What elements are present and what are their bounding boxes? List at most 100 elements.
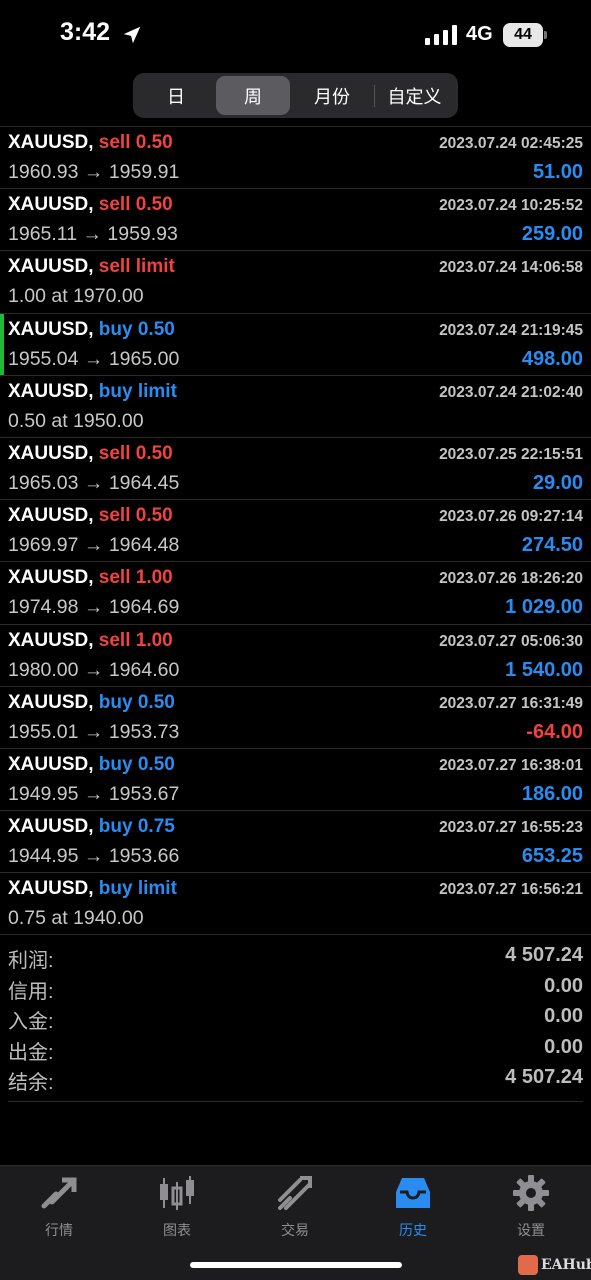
trade-time: 2023.07.27 16:55:23 [439, 819, 583, 837]
trade-row[interactable]: XAUUSD, buy 0.50 2023.07.24 21:19:45 1955.… [0, 313, 591, 376]
summary-row: 出金: 0.00 [8, 1034, 583, 1065]
trade-detail: 1944.95 → 1953.66 [8, 845, 180, 868]
tab-history[interactable]: 历史 [363, 1174, 463, 1244]
trade-time: 2023.07.24 21:02:40 [439, 383, 583, 401]
tab-settings[interactable]: 设置 [481, 1174, 581, 1244]
trade-title: XAUUSD, buy limit [8, 381, 177, 403]
trade-detail: 1980.00 → 1964.60 [8, 658, 180, 681]
watermark-text: EAHub [541, 1257, 591, 1273]
trade-detail: 0.75 at 1940.00 [8, 907, 144, 930]
trade-action: buy limit [98, 878, 177, 900]
trade-title: XAUUSD, sell 0.50 [8, 194, 173, 216]
trade-profit: 653.25 [521, 845, 583, 868]
trade-row[interactable]: XAUUSD, sell 0.50 2023.07.24 02:45:25 1960… [0, 127, 591, 190]
trade-row[interactable]: XAUUSD, sell 0.50 2023.07.26 09:27:14 1969… [0, 500, 591, 563]
tab-custom[interactable]: 自定义 [374, 84, 454, 107]
trade-symbol: XAUUSD, [8, 194, 94, 216]
watermark-logo-icon [518, 1255, 538, 1275]
summary-row: 入金: 0.00 [8, 1003, 583, 1034]
trade-detail: 0.50 at 1950.00 [8, 409, 144, 432]
trade-action: sell 0.50 [98, 442, 173, 464]
trade-row[interactable]: XAUUSD, sell 0.50 2023.07.24 10:25:52 1965… [0, 189, 591, 252]
trade-detail: 1949.95 → 1953.67 [8, 782, 180, 805]
summary-label: 入金: [8, 1011, 54, 1034]
trade-symbol: XAUUSD, [8, 380, 94, 402]
trade-detail: 1974.98 → 1964.69 [8, 596, 180, 619]
trade-profit: 259.00 [521, 223, 583, 246]
trade-row[interactable]: XAUUSD, buy 0.50 2023.07.27 16:31:49 1955.… [0, 687, 591, 749]
trade-action: buy 0.50 [98, 318, 175, 340]
trade-time: 2023.07.27 16:56:21 [439, 881, 583, 899]
trade-detail: 1955.04 → 1965.00 [8, 347, 180, 370]
trade-symbol: XAUUSD, [8, 256, 94, 278]
trade-detail: 1960.93 → 1959.91 [8, 161, 180, 183]
trade-time: 2023.07.27 16:31:49 [439, 694, 583, 712]
trade-row[interactable]: XAUUSD, buy 0.75 2023.07.27 16:55:23 1944.… [0, 811, 591, 874]
trade-row[interactable]: XAUUSD, buy limit 2023.07.24 21:02:40 0.50… [0, 376, 591, 438]
status-time: 3:42 [60, 18, 111, 46]
trade-history-list: XAUUSD, sell 0.50 2023.07.24 02:45:25 1960… [0, 126, 591, 936]
trade-row[interactable]: XAUUSD, sell 1.00 2023.07.26 18:26:20 1974… [0, 562, 591, 625]
trade-action: sell 0.50 [98, 194, 173, 216]
trade-title: XAUUSD, sell 0.50 [8, 443, 173, 465]
trade-profit: -64.00 [526, 720, 583, 743]
trade-time: 2023.07.24 14:06:58 [439, 259, 583, 277]
trade-row[interactable]: XAUUSD, sell 1.00 2023.07.27 05:06:30 1980… [0, 625, 591, 687]
trade-title: XAUUSD, sell 1.00 [8, 567, 173, 589]
trade-time: 2023.07.24 02:45:25 [439, 135, 583, 152]
chart-icon [160, 1176, 194, 1210]
trade-time: 2023.07.26 18:26:20 [439, 570, 583, 588]
home-indicator[interactable] [190, 1262, 402, 1268]
tab-chart[interactable]: 图表 [127, 1174, 227, 1244]
trade-row[interactable]: XAUUSD, buy 0.50 2023.07.27 16:38:01 1949.… [0, 749, 591, 812]
trade-profit: 51.00 [532, 161, 583, 183]
trade-row[interactable]: XAUUSD, buy limit 2023.07.27 16:56:21 0.75… [0, 873, 591, 936]
trade-title: XAUUSD, buy limit [8, 878, 177, 900]
watermark: EAHub [518, 1255, 591, 1275]
trade-symbol: XAUUSD, [8, 878, 94, 900]
trade-title: XAUUSD, sell 1.00 [8, 630, 173, 652]
tab-quotes[interactable]: 行情 [9, 1174, 109, 1244]
trade-symbol: XAUUSD, [8, 442, 94, 464]
trade-time: 2023.07.26 09:27:14 [439, 508, 583, 526]
trade-time: 2023.07.27 05:06:30 [439, 632, 583, 650]
trade-profit: 1 540.00 [505, 658, 583, 681]
trade-title: XAUUSD, sell 0.50 [8, 132, 173, 154]
trade-profit: 29.00 [532, 471, 583, 494]
summary-row: 结余: 4 507.24 [8, 1064, 583, 1095]
trade-detail: 1969.97 → 1964.48 [8, 534, 180, 557]
status-bar: 3:42 4G 44 [0, 0, 591, 70]
tab-day[interactable]: 日 [136, 76, 216, 115]
summary-label: 信用: [8, 980, 54, 1003]
trade-symbol: XAUUSD, [8, 318, 94, 340]
trade-action: buy 0.50 [98, 753, 175, 775]
cellular-signal-icon [425, 25, 457, 45]
summary-label: 出金: [8, 1041, 54, 1064]
tab-trade[interactable]: 交易 [245, 1174, 345, 1244]
account-summary: 利润: 4 507.24 信用: 0.00 入金: 0.00 出金: 0.00 结余: 4 507… [8, 942, 583, 1102]
summary-label: 利润: [8, 950, 54, 972]
trade-title: XAUUSD, buy 0.50 [8, 692, 175, 714]
trade-title: XAUUSD, sell limit [8, 256, 175, 278]
trade-profit: 498.00 [521, 347, 583, 370]
trade-time: 2023.07.24 21:19:45 [439, 321, 583, 339]
tab-week[interactable]: 周 [216, 76, 290, 115]
trade-detail: 1965.03 → 1964.45 [8, 471, 180, 494]
trade-profit: 186.00 [521, 782, 583, 805]
tab-month[interactable]: 月份 [290, 76, 374, 115]
summary-value: 4 507.24 [505, 1066, 583, 1089]
network-type: 4G [466, 23, 493, 45]
trade-action: buy 0.75 [98, 816, 175, 838]
trade-detail: 1.00 at 1970.00 [8, 285, 144, 308]
battery-level: 44 [503, 23, 543, 47]
settings-icon [513, 1175, 549, 1211]
trade-symbol: XAUUSD, [8, 567, 94, 589]
trade-row[interactable]: XAUUSD, sell 0.50 2023.07.25 22:15:51 1965… [0, 438, 591, 501]
trade-symbol: XAUUSD, [8, 753, 94, 775]
trade-row[interactable]: XAUUSD, sell limit 2023.07.24 14:06:58 1.0… [0, 251, 591, 314]
trade-action: sell 1.00 [98, 567, 173, 589]
summary-value: 0.00 [544, 1005, 583, 1028]
trade-detail: 1955.01 → 1953.73 [8, 720, 180, 743]
trade-symbol: XAUUSD, [8, 691, 94, 713]
trade-profit: 274.50 [521, 534, 583, 557]
